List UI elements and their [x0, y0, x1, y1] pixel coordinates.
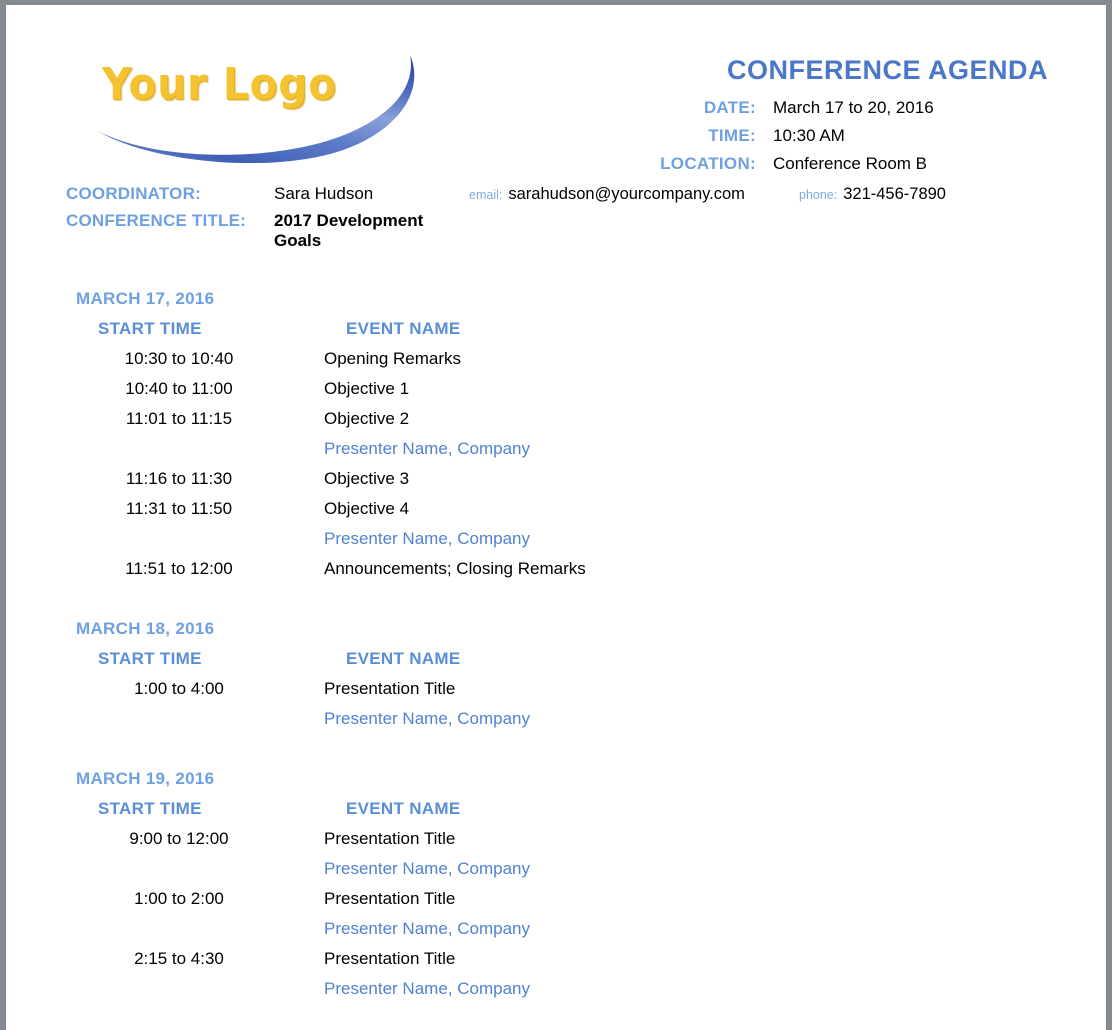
email-value: sarahudson@yourcompany.com — [508, 185, 745, 203]
coordinator-email-group: email: sarahudson@yourcompany.com — [469, 185, 799, 204]
agenda-row-time: 1:00 to 2:00 — [134, 889, 224, 908]
agenda-row-event: Objective 4 — [324, 499, 410, 518]
agenda-row-time: 9:00 to 12:00 — [129, 829, 229, 848]
date-value: March 17 to 20, 2016 — [773, 98, 934, 118]
agenda-day-section: MARCH 18, 2016 START TIME EVENT NAME 1:00 t… — [76, 614, 1106, 734]
agenda-row-event: Opening Remarks — [324, 349, 462, 368]
location-value: Conference Room B — [773, 154, 928, 174]
agenda-row: 11:51 to 12:00 Announcements; Closing Rem… — [76, 554, 1106, 584]
agenda-row-time: 1:00 to 4:00 — [134, 679, 224, 698]
agenda-column-headers: START TIME EVENT NAME — [76, 644, 1106, 674]
agenda-row-event: Announcements; Closing Remarks — [324, 559, 586, 578]
agenda-row-presenter: Presenter Name, Company — [324, 529, 530, 548]
agenda-row-time: 11:16 to 11:30 — [125, 469, 233, 488]
email-label: email: — [469, 188, 503, 202]
agenda-row-time: 11:31 to 11:50 — [125, 499, 233, 518]
company-logo: Your Logo — [94, 43, 424, 163]
agenda-row: Presenter Name, Company — [76, 974, 1106, 1004]
time-label: TIME: — [708, 126, 756, 146]
agenda-day-section: MARCH 19, 2016 START TIME EVENT NAME 9:00 t… — [76, 764, 1106, 1004]
agenda-row-time: 10:40 to 11:00 — [125, 379, 233, 398]
agenda-section-spacer — [76, 584, 1106, 614]
agenda-row-event: Presentation Title — [324, 949, 456, 968]
agenda-row-presenter: Presenter Name, Company — [324, 919, 530, 938]
coordinator-block: COORDINATOR: Sara Hudson email: sarahuds… — [6, 184, 1106, 250]
agenda-row-time: 10:30 to 10:40 — [124, 349, 234, 368]
agenda-row: 2:15 to 4:30 Presentation Title — [76, 944, 1106, 974]
agenda-row-time: 11:01 to 11:15 — [125, 409, 233, 428]
agenda-row: 1:00 to 4:00 Presentation Title — [76, 674, 1106, 704]
column-header-event-name: EVENT NAME — [346, 319, 461, 338]
agenda-row-event: Objective 2 — [324, 409, 410, 428]
column-header-start-time: START TIME — [98, 319, 202, 338]
agenda-day-title: MARCH 19, 2016 — [76, 769, 215, 788]
header-meta-location: LOCATION: Conference Room B — [566, 154, 1056, 182]
agenda-row: 1:00 to 2:00 Presentation Title — [76, 884, 1106, 914]
agenda-row-time — [76, 524, 324, 554]
agenda-row-time: 2:15 to 4:30 — [134, 949, 224, 968]
coordinator-phone-group: phone: 321-456-7890 — [799, 185, 946, 204]
agenda-section-spacer — [76, 734, 1106, 764]
agenda-row-event: Objective 1 — [324, 379, 410, 398]
document-page: Your Logo CONFERENCE AGENDA DATE: March … — [6, 5, 1106, 1030]
page-title: CONFERENCE AGENDA — [726, 55, 1048, 85]
agenda-row-time — [76, 704, 324, 734]
coordinator-row: COORDINATOR: Sara Hudson email: sarahuds… — [66, 184, 1106, 211]
column-header-event-name: EVENT NAME — [346, 649, 461, 668]
location-label: LOCATION: — [660, 154, 756, 174]
agenda-row: 11:16 to 11:30 Objective 3 — [76, 464, 1106, 494]
agenda-row-presenter: Presenter Name, Company — [324, 979, 530, 998]
agenda-row: Presenter Name, Company — [76, 854, 1106, 884]
agenda-row: 10:40 to 11:00 Objective 1 — [76, 374, 1106, 404]
conference-title-value: 2017 Development Goals — [274, 211, 424, 250]
logo-text: Your Logo — [102, 59, 337, 110]
agenda-row-event: Presentation Title — [324, 679, 456, 698]
agenda-row: 9:00 to 12:00 Presentation Title — [76, 824, 1106, 854]
agenda-row-event: Objective 3 — [324, 469, 410, 488]
coordinator-name: Sara Hudson — [274, 184, 374, 203]
agenda-day-section: MARCH 17, 2016 START TIME EVENT NAME 10:30 … — [76, 284, 1106, 584]
agenda-row-time — [76, 434, 324, 464]
agenda-row: Presenter Name, Company — [76, 434, 1106, 464]
agenda-table: MARCH 17, 2016 START TIME EVENT NAME 10:30 … — [6, 284, 1106, 1004]
phone-value: 321-456-7890 — [843, 185, 946, 203]
agenda-row-presenter: Presenter Name, Company — [324, 439, 530, 458]
agenda-row: Presenter Name, Company — [76, 524, 1106, 554]
column-header-start-time: START TIME — [98, 799, 202, 818]
header-right-block: CONFERENCE AGENDA DATE: March 17 to 20, … — [566, 55, 1056, 182]
agenda-row-event: Presentation Title — [324, 829, 456, 848]
agenda-row-presenter: Presenter Name, Company — [324, 859, 530, 878]
agenda-row-time: 11:51 to 12:00 — [125, 559, 233, 578]
agenda-day-title: MARCH 18, 2016 — [76, 619, 215, 638]
time-value: 10:30 AM — [773, 126, 845, 146]
conference-title-label: CONFERENCE TITLE: — [66, 211, 247, 230]
date-label: DATE: — [703, 98, 756, 118]
agenda-row: 11:01 to 11:15 Objective 2 — [76, 404, 1106, 434]
agenda-row-time — [76, 974, 324, 1004]
agenda-row: Presenter Name, Company — [76, 914, 1106, 944]
agenda-column-headers: START TIME EVENT NAME — [76, 794, 1106, 824]
header-meta-time: TIME: 10:30 AM — [566, 126, 1056, 154]
agenda-row-presenter: Presenter Name, Company — [324, 709, 530, 728]
coordinator-label: COORDINATOR: — [66, 184, 201, 203]
agenda-day-title: MARCH 17, 2016 — [76, 289, 215, 308]
column-header-start-time: START TIME — [98, 649, 202, 668]
document-header: Your Logo CONFERENCE AGENDA DATE: March … — [6, 5, 1106, 173]
header-meta-date: DATE: March 17 to 20, 2016 — [566, 98, 1056, 126]
header-meta-list: DATE: March 17 to 20, 2016 TIME: 10:30 A… — [566, 98, 1056, 182]
document-page-frame: Your Logo CONFERENCE AGENDA DATE: March … — [0, 0, 1112, 1030]
agenda-row: 11:31 to 11:50 Objective 4 — [76, 494, 1106, 524]
agenda-column-headers: START TIME EVENT NAME — [76, 314, 1106, 344]
agenda-row: 10:30 to 10:40 Opening Remarks — [76, 344, 1106, 374]
column-header-event-name: EVENT NAME — [346, 799, 461, 818]
agenda-row-time — [76, 854, 324, 884]
agenda-row-time — [76, 914, 324, 944]
agenda-row-event: Presentation Title — [324, 889, 456, 908]
agenda-row: Presenter Name, Company — [76, 704, 1106, 734]
conference-title-row: CONFERENCE TITLE: 2017 Development Goals — [66, 211, 1106, 250]
phone-label: phone: — [799, 188, 838, 202]
